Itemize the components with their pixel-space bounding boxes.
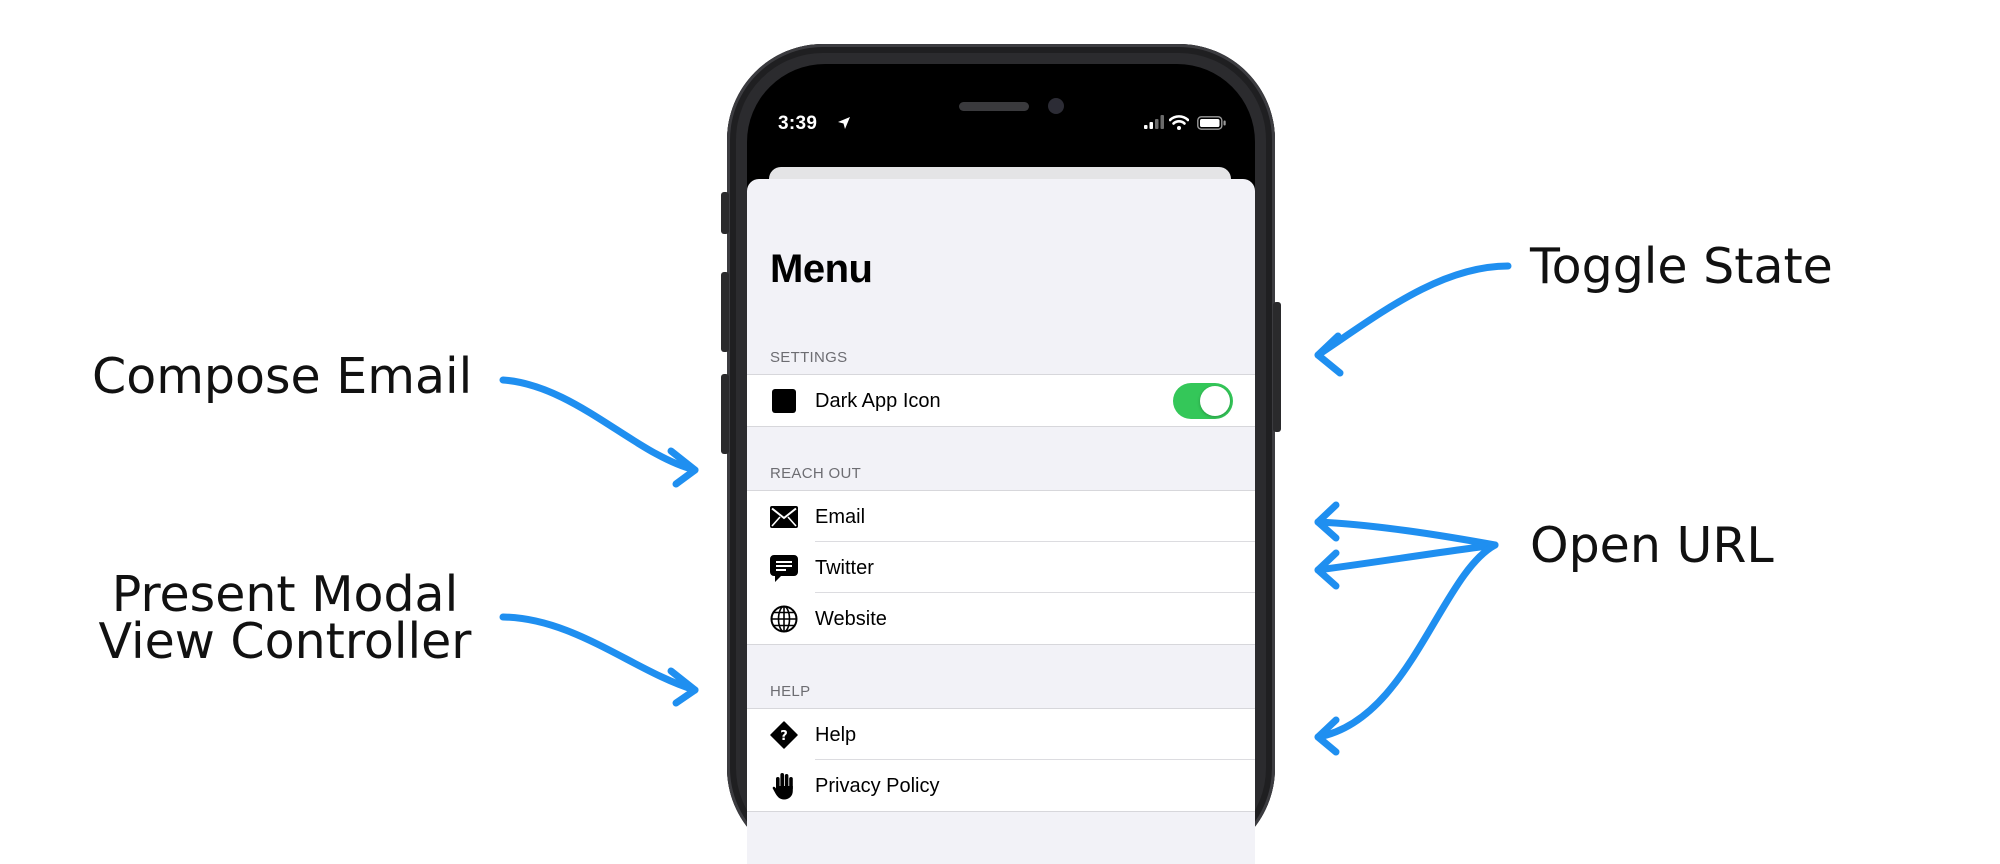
- open-url-arrow-privacy: [1314, 541, 1499, 741]
- annotation-arrows: [499, 262, 1512, 756]
- toggle-state-arrowhead: [1314, 332, 1344, 377]
- present-modal-arrow: [499, 613, 699, 694]
- toggle-state-arrow: [1314, 262, 1512, 359]
- compose-email-arrow: [499, 376, 699, 474]
- open-url-arrow-twitter: [1314, 518, 1499, 549]
